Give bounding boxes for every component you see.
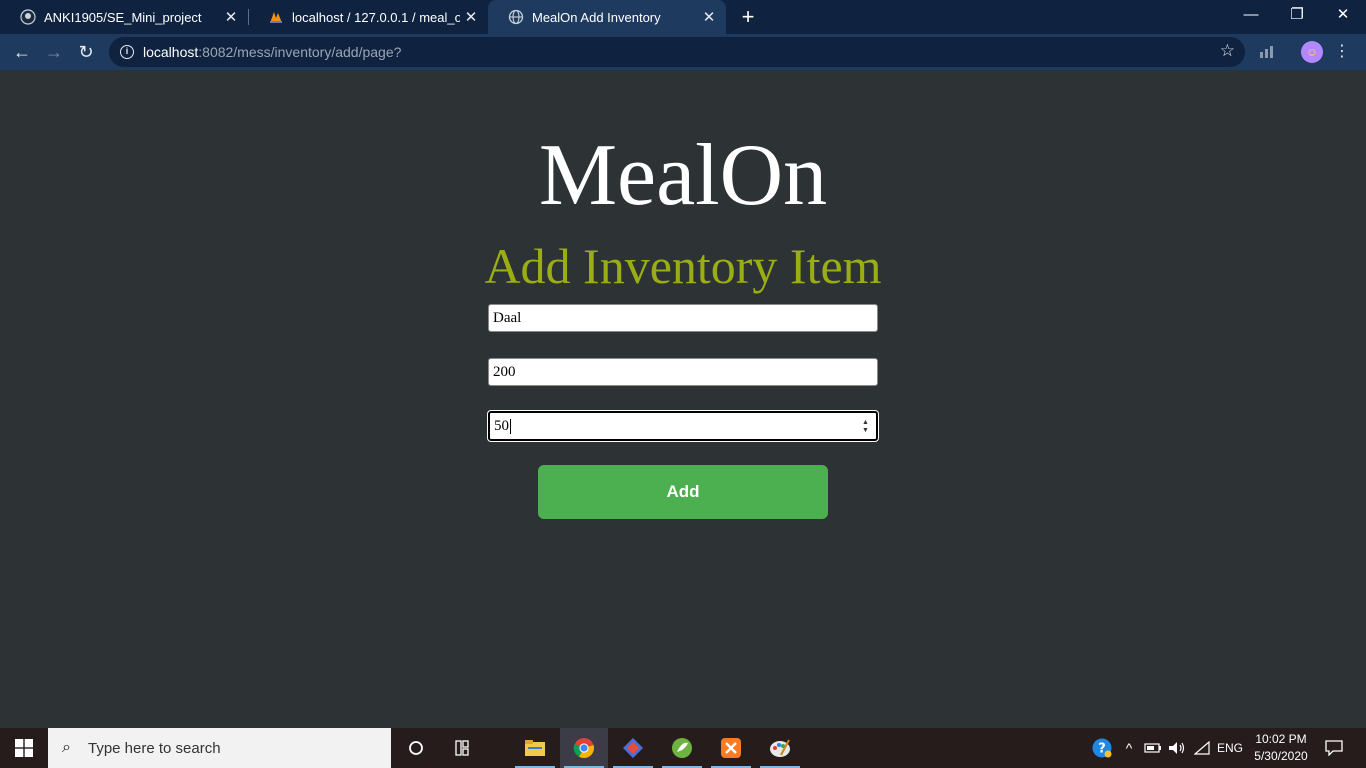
url-host: localhost [143, 44, 199, 60]
globe-icon [508, 9, 524, 25]
browser-tab-strip: ANKI1905/SE_Mini_project ✕ localhost / 1… [0, 0, 1366, 34]
restore-icon[interactable]: ❐ [1274, 0, 1320, 34]
tab-title: ANKI1905/SE_Mini_project [44, 9, 202, 25]
item-name-value: Daal [493, 310, 522, 326]
item-price-value: 200 [493, 364, 516, 380]
github-icon [20, 9, 36, 25]
file-explorer-icon[interactable] [511, 728, 559, 768]
tab-mealon-add-inventory[interactable]: MealOn Add Inventory ✕ [488, 0, 726, 34]
browser-toolbar: ← → ↻ i localhost:8082/mess/inventory/ad… [0, 34, 1366, 70]
xampp-icon[interactable] [707, 728, 755, 768]
phpmyadmin-icon [268, 9, 284, 25]
bookmark-star-icon[interactable]: ☆ [1220, 41, 1235, 61]
action-center-icon[interactable] [1320, 728, 1348, 768]
task-view-icon[interactable] [440, 728, 488, 768]
forward-icon[interactable]: → [40, 38, 68, 66]
item-quantity-value: 50 [494, 418, 509, 434]
close-window-icon[interactable]: ✕ [1320, 0, 1366, 34]
clock-time: 10:02 PM [1255, 732, 1307, 746]
help-icon[interactable]: ? [1089, 728, 1115, 768]
close-tab-icon[interactable]: ✕ [220, 8, 242, 26]
cortana-icon[interactable] [392, 728, 440, 768]
info-icon[interactable]: i [120, 45, 134, 59]
close-tab-icon[interactable]: ✕ [698, 8, 720, 26]
windows-start-icon[interactable] [0, 728, 48, 768]
brand-title: MealOn [538, 127, 828, 224]
language-indicator[interactable]: ENG [1214, 728, 1246, 768]
item-name-input[interactable]: Daal [488, 304, 878, 332]
browser-menu-icon[interactable]: ⋮ [1334, 38, 1350, 66]
taskbar-search-placeholder: Type here to search [88, 739, 221, 757]
chrome-icon[interactable] [560, 728, 608, 768]
volume-icon[interactable] [1166, 728, 1188, 768]
tab-github[interactable]: ANKI1905/SE_Mini_project ✕ [0, 0, 248, 34]
paint-icon[interactable] [756, 728, 804, 768]
url-path: :8082/mess/inventory/add/page? [198, 44, 402, 60]
reload-icon[interactable]: ↻ [72, 38, 100, 66]
windows-taskbar: ⌕ Type here to search ? ^ ENG 10:02 PM 5… [0, 728, 1366, 768]
new-tab-button[interactable]: + [737, 4, 759, 30]
item-price-input[interactable]: 200 [488, 358, 878, 386]
close-tab-icon[interactable]: ✕ [460, 8, 482, 26]
item-quantity-input[interactable]: 50 ▲ ▼ [488, 411, 878, 441]
clock-date: 5/30/2020 [1254, 749, 1308, 763]
taskbar-clock[interactable]: 10:02 PM 5/30/2020 [1246, 731, 1316, 765]
page-heading: Add Inventory Item [484, 238, 882, 294]
profile-avatar[interactable]: ☺ [1301, 41, 1323, 63]
minimize-icon[interactable]: — [1228, 0, 1274, 34]
number-spinner-icon[interactable]: ▲ ▼ [861, 418, 870, 434]
search-icon: ⌕ [62, 739, 71, 756]
taskbar-search-box[interactable]: ⌕ Type here to search [48, 728, 391, 768]
tab-title: MealOn Add Inventory [532, 9, 661, 25]
tab-title: localhost / 127.0.0.1 / meal_on / i [292, 9, 460, 25]
tab-phpmyadmin[interactable]: localhost / 127.0.0.1 / meal_on / i ✕ [248, 0, 488, 34]
text-caret [510, 419, 511, 435]
back-icon[interactable]: ← [8, 38, 36, 66]
battery-icon[interactable] [1142, 728, 1164, 768]
address-bar[interactable]: i localhost:8082/mess/inventory/add/page… [109, 37, 1245, 67]
wifi-icon[interactable] [1191, 728, 1213, 768]
page-content: MealOn Add Inventory Item Daal 200 50 ▲ ▼… [0, 70, 1366, 728]
show-hidden-icons-icon[interactable]: ^ [1118, 728, 1140, 768]
add-button[interactable]: Add [538, 465, 828, 519]
spring-tool-suite-icon[interactable] [658, 728, 706, 768]
git-client-icon[interactable] [609, 728, 657, 768]
extension-icon[interactable] [1257, 41, 1279, 63]
